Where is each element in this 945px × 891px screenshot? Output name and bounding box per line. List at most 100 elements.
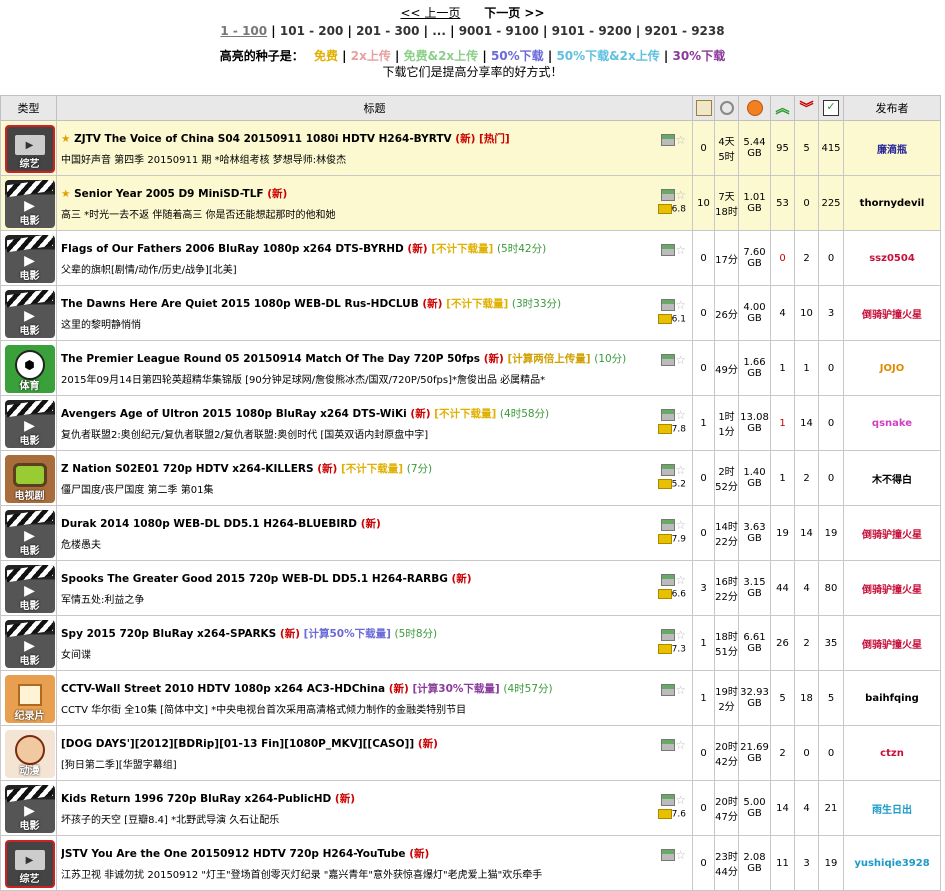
- bookmark-star-icon[interactable]: ☆: [675, 408, 686, 422]
- prev-page-link[interactable]: << 上一页: [400, 6, 460, 20]
- category-cell[interactable]: ⬢ 体育: [0, 340, 57, 396]
- comments-count[interactable]: 1: [692, 615, 715, 671]
- seeders-count[interactable]: 0: [770, 230, 795, 286]
- bookmark-star-icon[interactable]: ☆: [675, 518, 686, 532]
- leechers-count[interactable]: 4: [794, 560, 819, 616]
- category-cell[interactable]: ▶ 电影: [0, 230, 57, 286]
- page-link[interactable]: 9201 - 9238: [644, 24, 724, 38]
- comments-count[interactable]: 3: [692, 560, 715, 616]
- torrent-name-link[interactable]: The Dawns Here Are Quiet 2015 1080p WEB-…: [61, 298, 419, 310]
- bookmark-star-icon[interactable]: ☆: [675, 188, 686, 202]
- uploader-name[interactable]: thornydevil: [843, 175, 941, 231]
- download-icon[interactable]: [661, 244, 676, 256]
- comments-count[interactable]: 0: [692, 230, 715, 286]
- category-cell[interactable]: ▶ 综艺: [0, 835, 57, 891]
- category-cell[interactable]: 动漫: [0, 725, 57, 781]
- category-cell[interactable]: 纪录片: [0, 670, 57, 726]
- bookmark-star-icon[interactable]: ☆: [675, 573, 686, 587]
- torrent-name-link[interactable]: ZJTV The Voice of China S04 20150911 108…: [74, 133, 452, 145]
- seeders-count[interactable]: 5: [770, 670, 795, 726]
- download-icon[interactable]: [661, 189, 676, 201]
- category-cell[interactable]: ▶ 电影: [0, 615, 57, 671]
- header-size[interactable]: [738, 95, 771, 121]
- uploader-name[interactable]: 廉滴瓶: [843, 120, 941, 176]
- bookmark-star-icon[interactable]: ☆: [675, 353, 686, 367]
- bookmark-star-icon[interactable]: ☆: [675, 133, 686, 147]
- category-cell[interactable]: ▶ 电影: [0, 560, 57, 616]
- page-link[interactable]: 101 - 200: [280, 24, 343, 38]
- uploader-name[interactable]: yushiqie3928: [843, 835, 941, 891]
- header-type[interactable]: 类型: [0, 95, 57, 121]
- download-icon[interactable]: [661, 354, 676, 366]
- bookmark-star-icon[interactable]: ☆: [675, 243, 686, 257]
- category-cell[interactable]: ▶ 电影: [0, 175, 57, 231]
- completed-count[interactable]: 415: [818, 120, 844, 176]
- seeders-count[interactable]: 4: [770, 285, 795, 341]
- comments-count[interactable]: 0: [692, 450, 715, 506]
- leechers-count[interactable]: 3: [794, 835, 819, 891]
- category-icon[interactable]: 电视剧: [4, 455, 55, 503]
- category-icon[interactable]: ▶ 电影: [4, 290, 55, 338]
- uploader-name[interactable]: ssz0504: [843, 230, 941, 286]
- uploader-name[interactable]: 雨生日出: [843, 780, 941, 836]
- bookmark-star-icon[interactable]: ☆: [675, 793, 686, 807]
- category-icon[interactable]: ▶ 电影: [4, 235, 55, 283]
- category-cell[interactable]: 电视剧: [0, 450, 57, 506]
- category-icon[interactable]: ▶ 综艺: [4, 125, 55, 173]
- torrent-name-link[interactable]: Spooks The Greater Good 2015 720p WEB-DL…: [61, 573, 448, 585]
- leechers-count[interactable]: 14: [794, 395, 819, 451]
- leechers-count[interactable]: 0: [794, 175, 819, 231]
- torrent-name-link[interactable]: Avengers Age of Ultron 2015 1080p BluRay…: [61, 408, 407, 420]
- seeders-count[interactable]: 11: [770, 835, 795, 891]
- leechers-count[interactable]: 5: [794, 120, 819, 176]
- comments-count[interactable]: 0: [692, 780, 715, 836]
- completed-count[interactable]: 0: [818, 395, 844, 451]
- category-icon[interactable]: ▶ 电影: [4, 785, 55, 833]
- completed-count[interactable]: 0: [818, 340, 844, 396]
- comments-count[interactable]: 1: [692, 395, 715, 451]
- page-link[interactable]: 9101 - 9200: [552, 24, 632, 38]
- uploader-name[interactable]: 木不得白: [843, 450, 941, 506]
- category-icon[interactable]: ▶ 电影: [4, 510, 55, 558]
- category-cell[interactable]: ▶ 综艺: [0, 120, 57, 176]
- torrent-name-link[interactable]: The Premier League Round 05 20150914 Mat…: [61, 353, 480, 365]
- leechers-count[interactable]: 2: [794, 230, 819, 286]
- download-icon[interactable]: [661, 299, 676, 311]
- category-cell[interactable]: ▶ 电影: [0, 395, 57, 451]
- category-icon[interactable]: ⬢ 体育: [4, 345, 55, 393]
- bookmark-star-icon[interactable]: ☆: [675, 738, 686, 752]
- torrent-name-link[interactable]: Flags of Our Fathers 2006 BluRay 1080p x…: [61, 243, 404, 255]
- completed-count[interactable]: 225: [818, 175, 844, 231]
- comments-count[interactable]: 1: [692, 670, 715, 726]
- leechers-count[interactable]: 1: [794, 340, 819, 396]
- seeders-count[interactable]: 44: [770, 560, 795, 616]
- category-icon[interactable]: ▶ 电影: [4, 565, 55, 613]
- completed-count[interactable]: 0: [818, 230, 844, 286]
- torrent-name-link[interactable]: Durak 2014 1080p WEB-DL DD5.1 H264-BLUEB…: [61, 518, 357, 530]
- bookmark-star-icon[interactable]: ☆: [675, 298, 686, 312]
- download-icon[interactable]: [661, 739, 676, 751]
- seeders-count[interactable]: 14: [770, 780, 795, 836]
- seeders-count[interactable]: 2: [770, 725, 795, 781]
- completed-count[interactable]: 5: [818, 670, 844, 726]
- uploader-name[interactable]: JOJO: [843, 340, 941, 396]
- torrent-name-link[interactable]: Z Nation S02E01 720p HDTV x264-KILLERS: [61, 463, 314, 475]
- seeders-count[interactable]: 1: [770, 340, 795, 396]
- uploader-name[interactable]: 倒骑驴撞火星: [843, 505, 941, 561]
- uploader-name[interactable]: 倒骑驴撞火星: [843, 285, 941, 341]
- leechers-count[interactable]: 14: [794, 505, 819, 561]
- torrent-name-link[interactable]: Senior Year 2005 D9 MiniSD-TLF: [74, 188, 263, 200]
- bookmark-star-icon[interactable]: ☆: [675, 848, 686, 862]
- completed-count[interactable]: 21: [818, 780, 844, 836]
- torrent-name-link[interactable]: CCTV-Wall Street 2010 HDTV 1080p x264 AC…: [61, 683, 385, 695]
- header-uploader[interactable]: 发布者: [843, 95, 941, 121]
- bookmark-star-icon[interactable]: ☆: [675, 628, 686, 642]
- comments-count[interactable]: 10: [692, 175, 715, 231]
- uploader-name[interactable]: ctzn: [843, 725, 941, 781]
- category-icon[interactable]: 纪录片: [4, 675, 55, 723]
- leechers-count[interactable]: 10: [794, 285, 819, 341]
- page-link-current[interactable]: 1 - 100: [220, 24, 267, 38]
- header-title[interactable]: 标题: [56, 95, 693, 121]
- leechers-count[interactable]: 4: [794, 780, 819, 836]
- category-cell[interactable]: ▶ 电影: [0, 285, 57, 341]
